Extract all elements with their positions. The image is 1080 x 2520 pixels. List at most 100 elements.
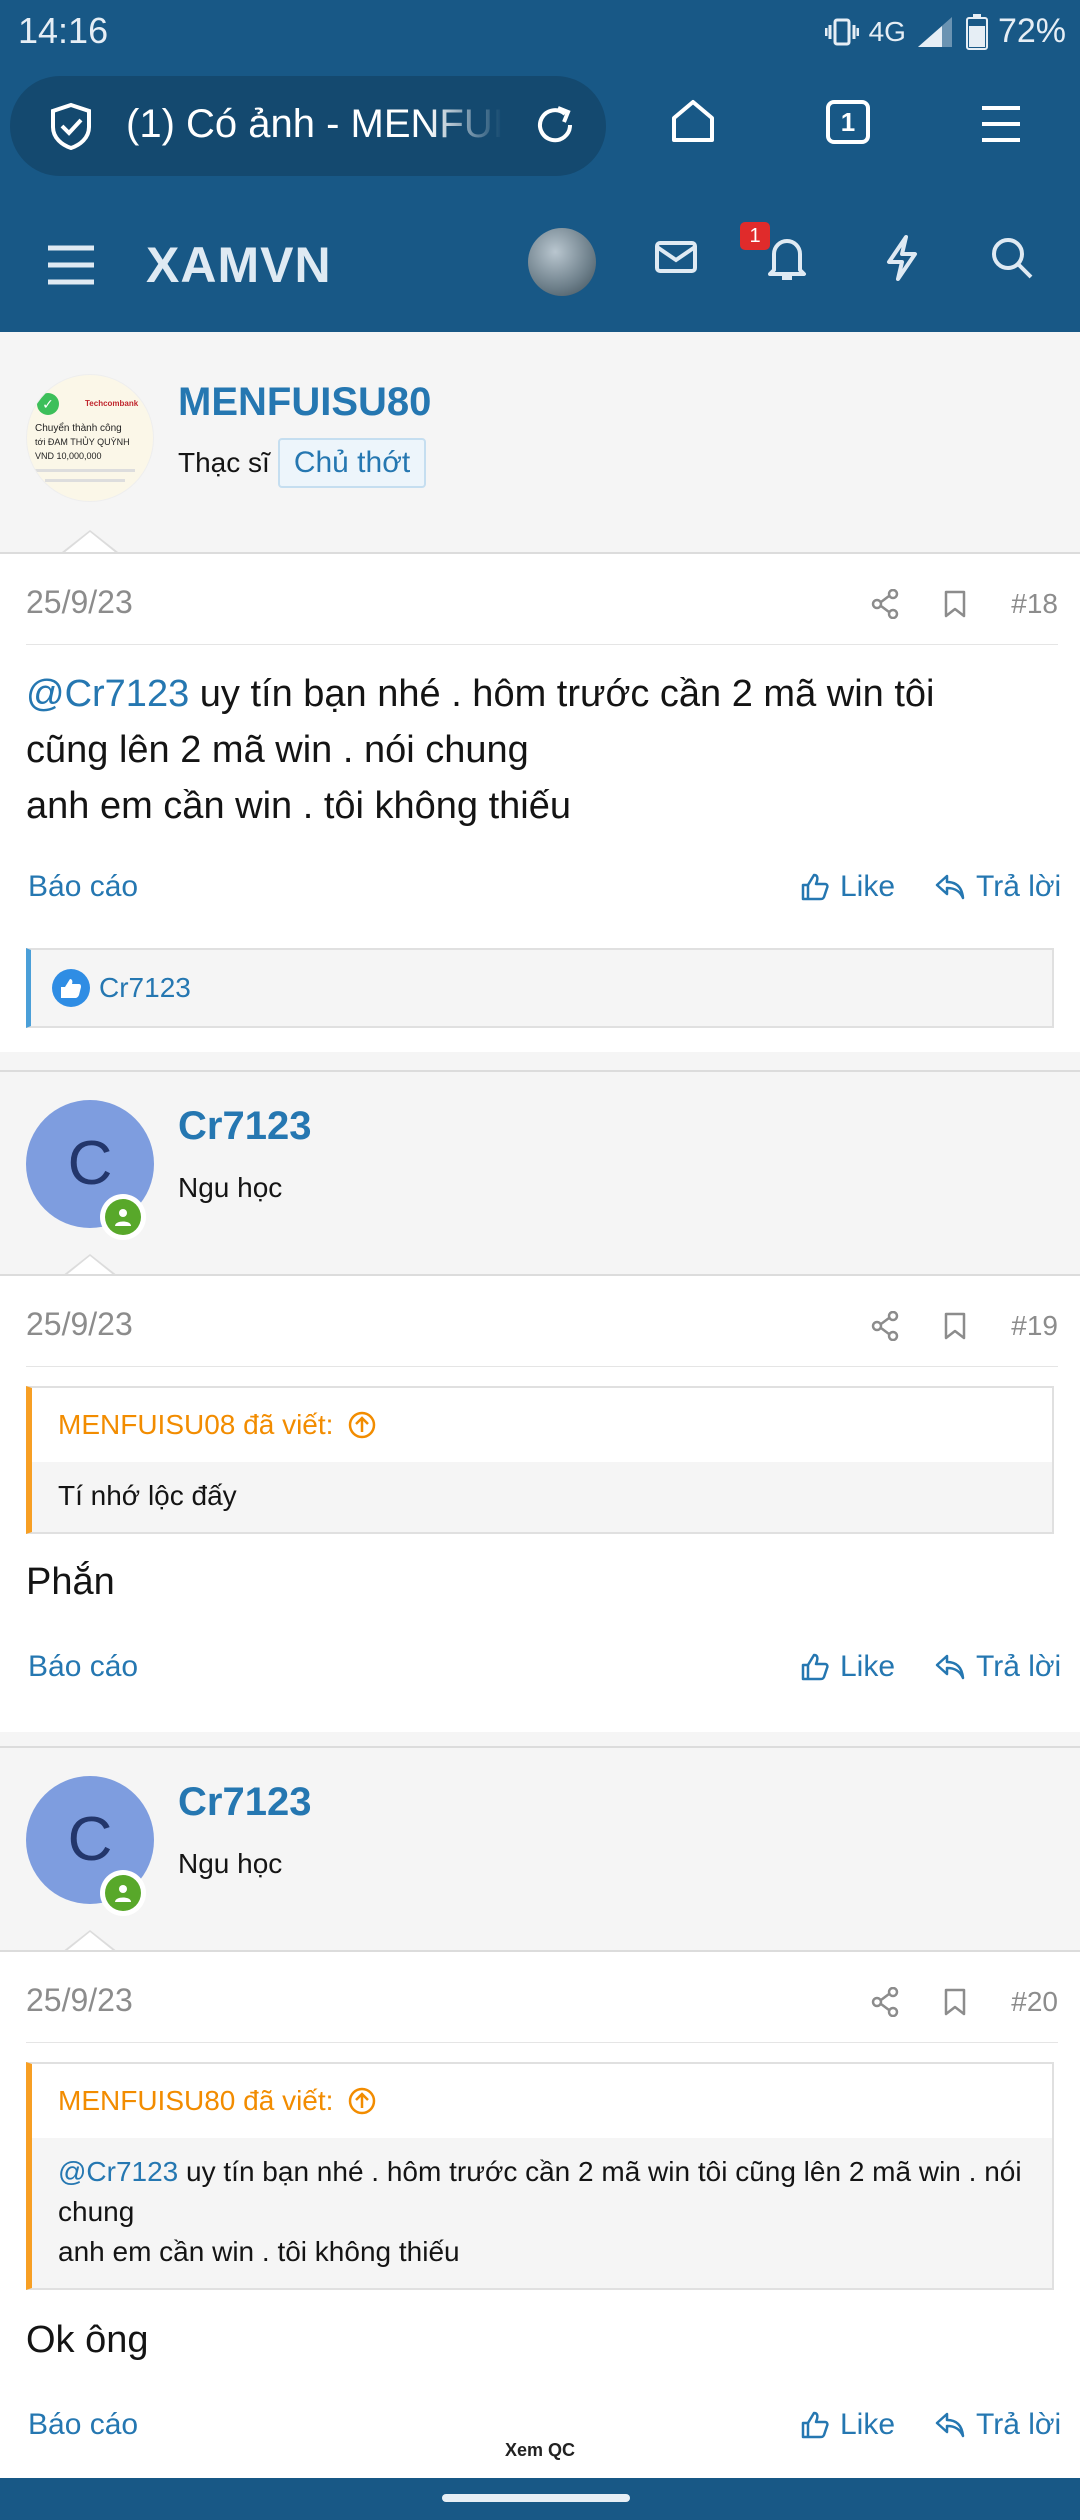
- share-icon[interactable]: [871, 1311, 899, 1341]
- share-icon[interactable]: [871, 1987, 899, 2017]
- user-mention[interactable]: @Cr7123: [58, 2156, 178, 2187]
- quote-header[interactable]: MENFUISU08 đã viết:: [32, 1388, 1052, 1462]
- nav-menu-icon[interactable]: [46, 244, 96, 286]
- battery-level: 72%: [997, 12, 1066, 50]
- reply-icon: [935, 874, 965, 900]
- menu-icon[interactable]: [978, 104, 1024, 144]
- vibrate-icon: [824, 18, 859, 45]
- check-icon: ✓: [37, 393, 59, 415]
- bookmark-icon[interactable]: [943, 1311, 967, 1341]
- quote-author[interactable]: MENFUISU80 đã viết:: [58, 2085, 333, 2117]
- post-actions: Báo cáo Like Trả lời: [0, 870, 1080, 920]
- quote-author[interactable]: MENFUISU08 đã viết:: [58, 1409, 333, 1441]
- receipt-brand: Techcombank: [85, 399, 139, 408]
- quote-block: MENFUISU08 đã viết: Tí nhớ lộc đấy: [26, 1386, 1054, 1534]
- post-number[interactable]: #19: [1011, 1310, 1058, 1342]
- author-name[interactable]: Cr7123: [178, 1104, 311, 1149]
- online-indicator: [100, 1870, 146, 1916]
- thumbs-up-icon: [801, 2411, 829, 2439]
- thumbs-up-icon: [801, 1653, 829, 1681]
- post-number[interactable]: #18: [1011, 588, 1058, 620]
- post-19: 25/9/23 #19 MENFUISU08 đã viết: Tí nhớ l…: [0, 1274, 1080, 1732]
- reply-label: Trả lời: [976, 2408, 1062, 2441]
- battery-icon: [965, 13, 988, 50]
- reactions-bar[interactable]: Cr7123: [26, 948, 1054, 1028]
- author-rank: Thạc sĩ: [178, 447, 270, 478]
- post-number[interactable]: #20: [1011, 1986, 1058, 2018]
- reply-label: Trả lời: [976, 870, 1062, 903]
- post-author-block: ✓ Techcombank Chuyển thành công tới ĐAM …: [0, 332, 1080, 553]
- author-rank: Ngu học: [178, 1172, 283, 1203]
- tabs-button[interactable]: 1: [826, 100, 870, 144]
- user-avatar[interactable]: [528, 228, 596, 296]
- search-icon[interactable]: [990, 236, 1034, 280]
- inbox-icon[interactable]: [654, 238, 698, 276]
- bookmark-icon[interactable]: [943, 1987, 967, 2017]
- bell-icon[interactable]: [766, 234, 808, 282]
- receipt-line: tới ĐAM THỦY QUỲNH: [35, 437, 130, 447]
- signal-icon: [917, 16, 952, 47]
- share-icon[interactable]: [871, 589, 899, 619]
- author-avatar[interactable]: ✓ Techcombank Chuyển thành công tới ĐAM …: [26, 374, 154, 502]
- receipt-amount: VND 10,000,000: [35, 451, 102, 461]
- report-link[interactable]: Báo cáo: [28, 1650, 138, 1684]
- site-header: XAMVN: [0, 204, 1080, 332]
- reply-label: Trả lời: [976, 1650, 1062, 1683]
- quote-text: @Cr7123 uy tín bạn nhé . hôm trước cần 2…: [32, 2138, 1052, 2288]
- post-date[interactable]: 25/9/23: [26, 1306, 133, 1343]
- author-name[interactable]: Cr7123: [178, 1780, 311, 1825]
- post-18: 25/9/23 #18 @Cr7123 uy tín bạn nhé . hôm…: [0, 552, 1080, 1052]
- post-date[interactable]: 25/9/23: [26, 584, 133, 621]
- like-label: Like: [840, 1650, 896, 1683]
- reply-icon: [935, 1654, 965, 1680]
- quote-line: uy tín bạn nhé . hôm trước cần 2 mã win …: [58, 2156, 1022, 2227]
- gesture-handle[interactable]: [442, 2494, 630, 2502]
- like-label: Like: [840, 2408, 896, 2441]
- liked-by-user[interactable]: Cr7123: [99, 972, 191, 1004]
- quote-header[interactable]: MENFUISU80 đã viết:: [32, 2064, 1052, 2138]
- user-online-icon: [115, 1885, 131, 1902]
- home-icon[interactable]: [668, 96, 718, 146]
- like-button[interactable]: Like: [800, 870, 895, 904]
- reply-button[interactable]: Trả lời: [934, 2408, 1061, 2442]
- reply-button[interactable]: Trả lời: [934, 1650, 1061, 1684]
- quote-block: MENFUISU80 đã viết: @Cr7123 uy tín bạn n…: [26, 2062, 1054, 2290]
- post-body: Phắn: [26, 1561, 115, 1603]
- network-type: 4G: [868, 15, 906, 47]
- author-pointer: [62, 530, 118, 553]
- user-mention[interactable]: @Cr7123: [26, 673, 189, 715]
- like-button[interactable]: Like: [800, 1650, 895, 1684]
- author-pointer: [62, 1930, 118, 1953]
- arrow-up-circle-icon[interactable]: [347, 1410, 377, 1440]
- report-link[interactable]: Báo cáo: [28, 2408, 138, 2442]
- like-button[interactable]: Like: [800, 2408, 895, 2442]
- receipt-heading: Chuyển thành công: [35, 423, 122, 434]
- thread-owner-badge: Chủ thớt: [277, 438, 427, 488]
- post-20: 25/9/23 #20 MENFUISU80 đã viết: @Cr7123 …: [0, 1950, 1080, 2478]
- author-pointer: [62, 1254, 118, 1277]
- post-body: Ok ông: [26, 2319, 149, 2361]
- post-date[interactable]: 25/9/23: [26, 1982, 133, 2019]
- reply-icon: [935, 2412, 965, 2438]
- shield-check-icon: [51, 102, 91, 150]
- thumbs-up-icon: [801, 873, 829, 901]
- quote-line: anh em cần win . tôi không thiếu: [58, 2236, 460, 2267]
- author-name[interactable]: MENFUISU80: [178, 380, 431, 425]
- post-text: anh em cần win . tôi không thiếu: [26, 785, 572, 827]
- reply-button[interactable]: Trả lời: [934, 870, 1061, 904]
- browser-chrome: 14:16 4G 72% (1) Có ảnh - MENFUISU80 1 X…: [0, 0, 1080, 332]
- status-time: 14:16: [18, 10, 109, 51]
- site-logo[interactable]: XAMVN: [146, 236, 332, 294]
- lightning-icon[interactable]: [884, 234, 920, 282]
- like-reaction-icon: [52, 969, 90, 1007]
- user-online-icon: [115, 1209, 131, 1226]
- bookmark-icon[interactable]: [943, 589, 967, 619]
- ad-label[interactable]: Xem QC: [0, 2440, 1080, 2461]
- status-bar: 14:16 4G 72%: [0, 0, 1080, 64]
- reload-icon[interactable]: [532, 102, 578, 148]
- quote-text: Tí nhớ lộc đấy: [32, 1462, 1052, 1532]
- report-link[interactable]: Báo cáo: [28, 870, 138, 904]
- arrow-up-circle-icon[interactable]: [347, 2086, 377, 2116]
- url-bar[interactable]: (1) Có ảnh - MENFUISU80: [10, 76, 606, 176]
- tab-title: (1) Có ảnh - MENFUISU80: [126, 102, 502, 146]
